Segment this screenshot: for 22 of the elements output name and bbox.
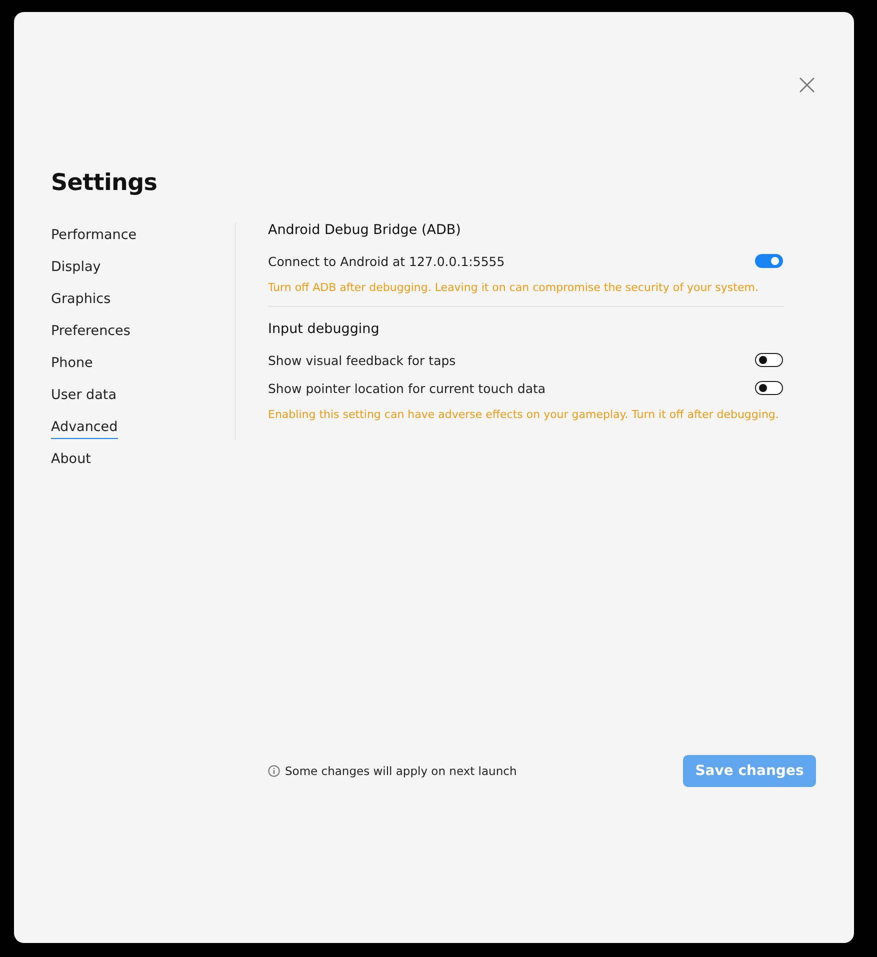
sidebar-item[interactable]: User data [51, 385, 116, 407]
sidebar-item[interactable]: Display [51, 257, 101, 279]
sidebar-item[interactable]: Phone [51, 353, 93, 375]
dialog-title: Settings [51, 170, 158, 196]
toggle-switch[interactable] [755, 353, 783, 367]
close-icon [799, 77, 815, 93]
toggle-switch[interactable] [755, 254, 783, 268]
sidebar-item[interactable]: About [51, 449, 91, 471]
sidebar-item[interactable]: Preferences [51, 321, 130, 343]
warning-text: Turn off ADB after debugging. Leaving it on can compromise the security of your system. [268, 280, 760, 296]
setting-label: Show pointer location for current touch data [268, 380, 546, 396]
sidebar-item[interactable]: Performance [51, 225, 137, 247]
sidebar-item[interactable]: Graphics [51, 289, 111, 311]
sidebar-item[interactable]: Advanced [51, 417, 118, 439]
setting-label: Connect to Android at 127.0.0.1:5555 [268, 254, 505, 268]
toggle-switch[interactable] [755, 381, 783, 395]
setting-label: Show visual feedback for taps [268, 352, 456, 368]
info-icon [268, 765, 280, 777]
section-heading: Android Debug Bridge (ADB) [268, 222, 462, 238]
warning-text: Enabling this setting can have adverse effects on your gameplay. Turn it off after debugging. [268, 407, 780, 423]
section-heading: Input debugging [268, 321, 380, 337]
info-note: Some changes will apply on next launch [285, 764, 517, 778]
